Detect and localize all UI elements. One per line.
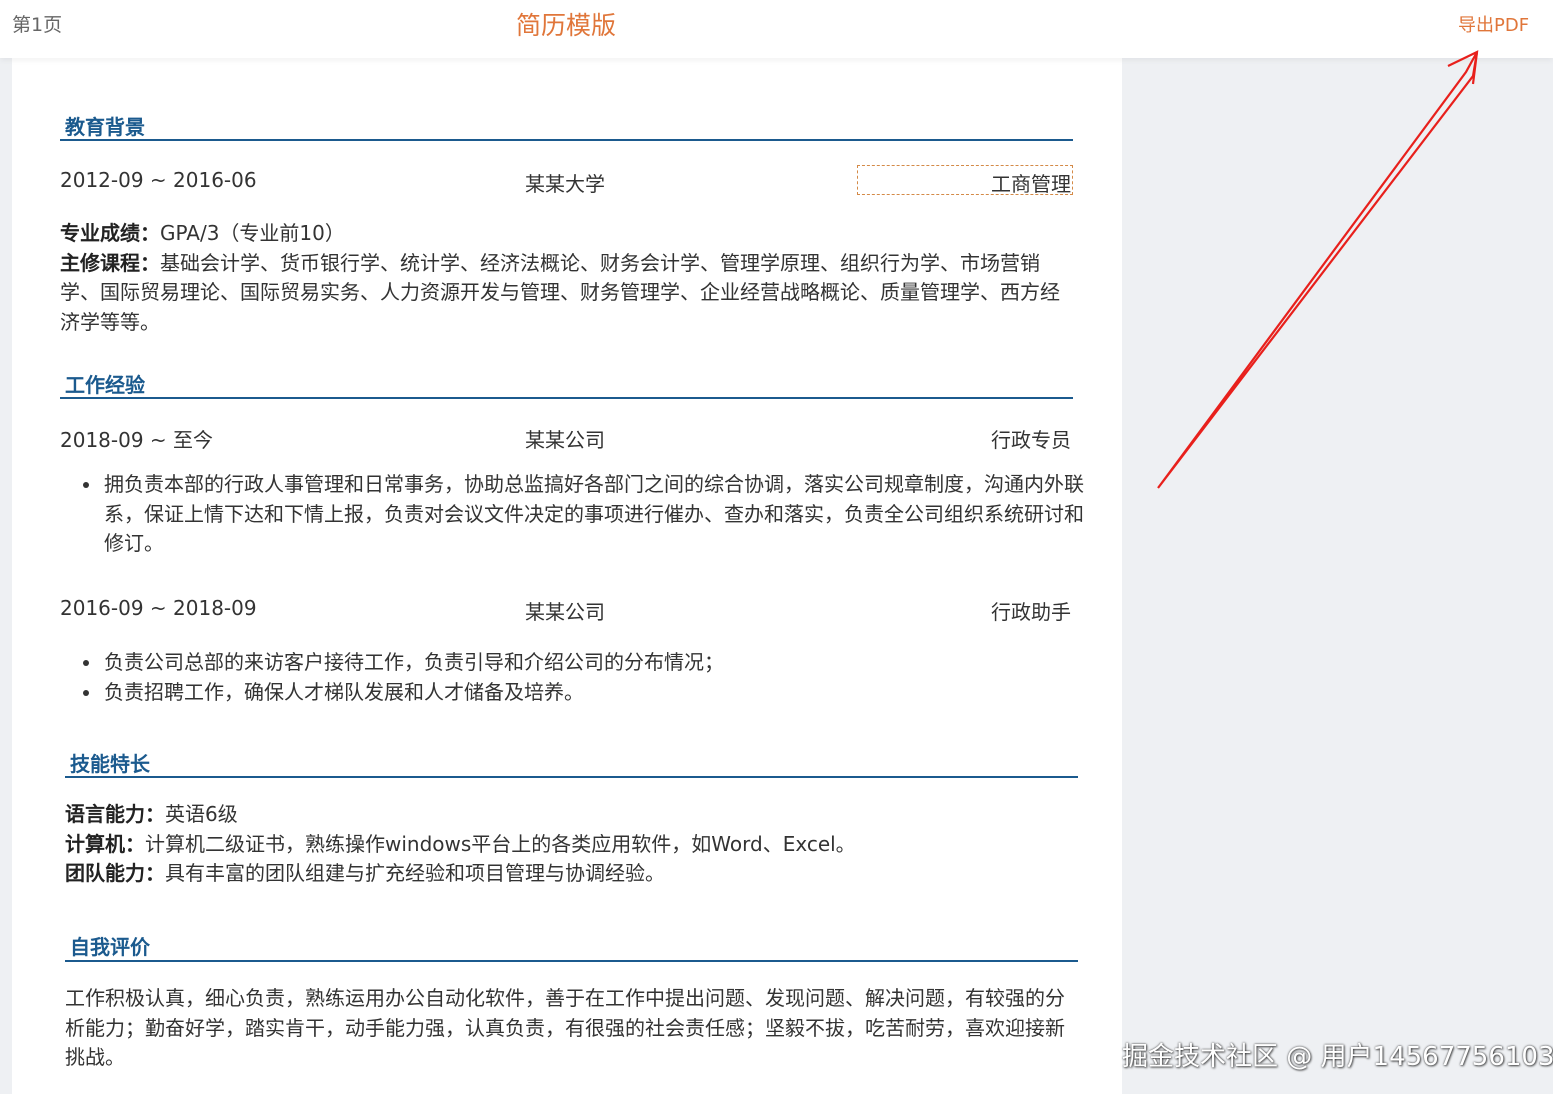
- courses-label: 主修课程：: [60, 250, 160, 275]
- export-pdf-button[interactable]: 导出PDF: [1458, 11, 1529, 37]
- job-company: 某某公司: [525, 428, 605, 452]
- skill-label: 团队能力：: [65, 861, 165, 885]
- section-divider: [65, 776, 1078, 778]
- skill-label: 语言能力：: [65, 802, 165, 826]
- skill-value: 具有丰富的团队组建与扩充经验和项目管理与协调经验。: [165, 861, 665, 885]
- grade-value: GPA/3（专业前10）: [160, 221, 345, 245]
- resume-page: [12, 58, 1122, 1094]
- section-divider: [65, 960, 1078, 962]
- job-period: 2016-09 ~ 2018-09: [60, 596, 257, 620]
- top-bar: 第1页 简历模版 导出PDF: [0, 0, 1553, 58]
- list-item: 拥负责本部的行政人事管理和日常事务，协助总监搞好各部门之间的综合协调，落实公司规…: [102, 470, 1094, 559]
- section-title-self-eval: 自我评价: [70, 935, 150, 959]
- section-title-work: 工作经验: [65, 373, 145, 397]
- section-divider: [60, 139, 1073, 141]
- watermark: 掘金技术社区 @ 用户14567756103​7: [1122, 1042, 1553, 1072]
- job-position: 行政助手: [991, 600, 1071, 624]
- section-divider: [60, 397, 1073, 399]
- self-eval-text: 工作积极认真，细心负责，熟练运用办公自动化软件，善于在工作中提出问题、发现问题、…: [65, 986, 1065, 1069]
- skill-value: 英语6级: [165, 802, 238, 826]
- job-position: 行政专员: [991, 428, 1071, 452]
- courses-value: 基础会计学、货币银行学、统计学、经济法概论、财务会计学、管理学原理、组织行为学、…: [60, 250, 1060, 334]
- education-period: 2012-09 ~ 2016-06: [60, 168, 257, 192]
- skills-list: 语言能力：英语6级 计算机：计算机二级证书，熟练操作windows平台上的各类应…: [65, 800, 1080, 889]
- grade-label: 专业成绩：: [60, 221, 160, 245]
- list-item: 负责招聘工作，确保人才梯队发展和人才储备及培养。: [102, 678, 1094, 708]
- job-duties-list: 负责公司总部的来访客户接待工作，负责引导和介绍公司的分布情况； 负责招聘工作，确…: [82, 648, 1094, 707]
- skill-label: 计算机：: [65, 831, 145, 856]
- page-title: 简历模版: [516, 11, 617, 40]
- education-school: 某某大学: [525, 172, 605, 196]
- job-duties-list: 拥负责本部的行政人事管理和日常事务，协助总监搞好各部门之间的综合协调，落实公司规…: [82, 470, 1094, 559]
- list-item: 负责公司总部的来访客户接待工作，负责引导和介绍公司的分布情况；: [102, 648, 1094, 678]
- job-period: 2018-09 ~ 至今: [60, 428, 214, 452]
- section-title-education: 教育背景: [65, 115, 145, 139]
- education-major: 工商管理: [991, 172, 1071, 196]
- page-indicator: 第1页: [12, 14, 63, 36]
- job-company: 某某公司: [525, 600, 605, 624]
- side-background: [1122, 58, 1553, 1094]
- education-details: 专业成绩：GPA/3（专业前10） 主修课程：基础会计学、货币银行学、统计学、经…: [60, 219, 1075, 337]
- skill-value: 计算机二级证书，熟练操作windows平台上的各类应用软件，如Word、Exce…: [145, 831, 856, 856]
- section-title-skills: 技能特长: [70, 752, 150, 776]
